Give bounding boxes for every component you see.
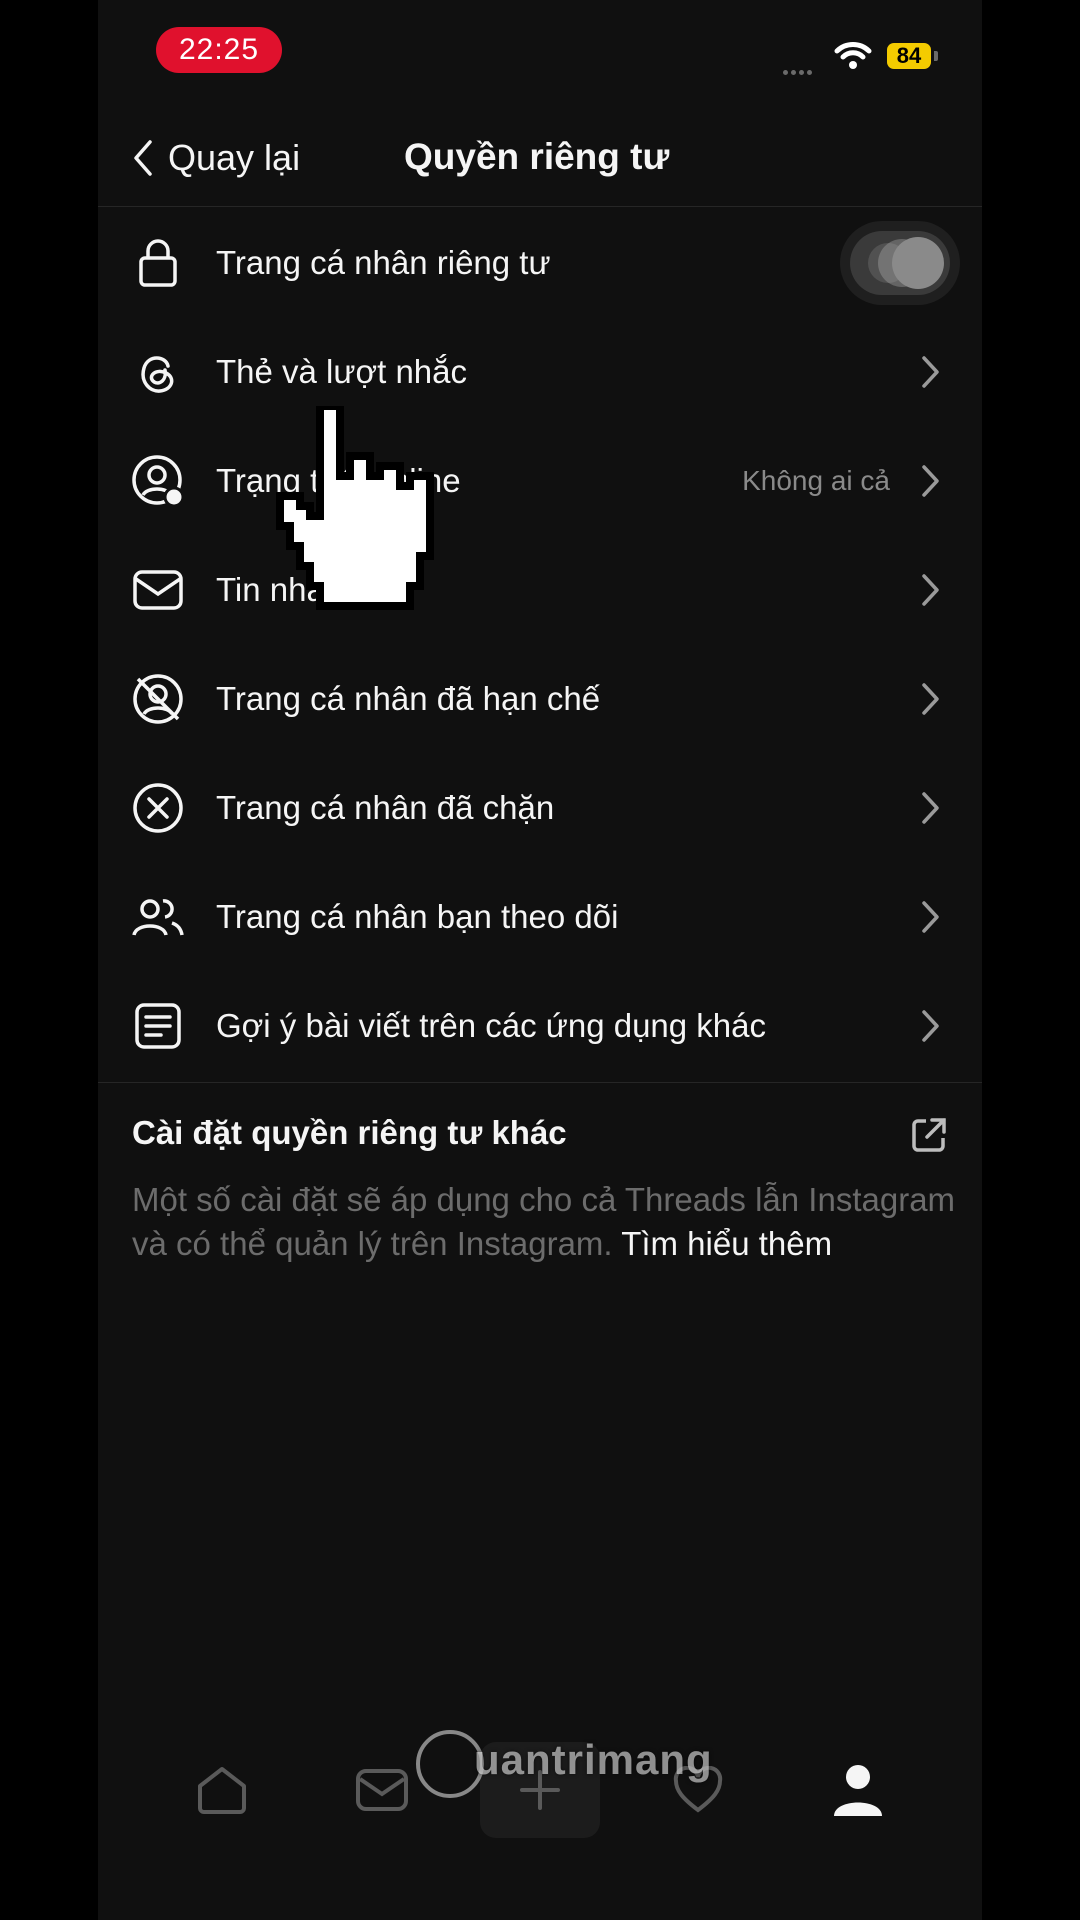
nav-home[interactable] bbox=[182, 1750, 262, 1830]
profile-icon bbox=[834, 1765, 882, 1816]
chevron-right-icon bbox=[922, 1009, 939, 1042]
row-label: Gợi ý bài viết trên các ứng dụng khác bbox=[216, 1006, 767, 1044]
watermark-text: uantrimang bbox=[474, 1736, 713, 1783]
privacy-screen: 22:25 84 Quay lại Quyền riêng tư Trang c… bbox=[98, 0, 982, 1920]
chevron-right-icon bbox=[922, 900, 939, 933]
blocked-icon bbox=[130, 780, 186, 836]
chevron-left-icon bbox=[134, 140, 152, 176]
nav-inbox[interactable] bbox=[342, 1750, 422, 1830]
chevron-right-icon bbox=[922, 791, 939, 824]
row-label: Trang cá nhân đã hạn chế bbox=[216, 679, 601, 717]
chevron-right-icon bbox=[922, 573, 939, 606]
battery-indicator: 84 bbox=[887, 43, 931, 69]
lock-icon bbox=[130, 235, 186, 291]
restricted-icon bbox=[130, 671, 186, 727]
external-link-icon[interactable] bbox=[910, 1116, 948, 1154]
home-icon bbox=[198, 1767, 246, 1814]
signal-dots-icon bbox=[783, 62, 815, 80]
other-settings-title[interactable]: Cài đặt quyền riêng tư khác bbox=[132, 1114, 567, 1152]
following-icon bbox=[130, 889, 186, 945]
learn-more-link[interactable]: Tìm hiểu thêm bbox=[621, 1225, 832, 1262]
page-title: Quyền riêng tư bbox=[404, 136, 670, 177]
private-profile-row[interactable]: Trang cá nhân riêng tư bbox=[98, 208, 982, 317]
toggle-knob bbox=[892, 236, 944, 289]
row-label: Trang cá nhân bạn theo dõi bbox=[216, 897, 619, 935]
chevron-right-icon bbox=[922, 355, 939, 388]
row-label: Thẻ và lượt nhắc bbox=[216, 352, 468, 390]
restricted-profiles-row[interactable]: Trang cá nhân đã hạn chế bbox=[98, 644, 982, 753]
back-button[interactable]: Quay lại bbox=[132, 136, 300, 180]
chevron-right-icon bbox=[922, 464, 939, 497]
row-value: Không ai cả bbox=[742, 464, 890, 496]
threads-icon bbox=[130, 344, 186, 400]
document-icon bbox=[130, 998, 186, 1054]
tags-mentions-row[interactable]: Thẻ và lượt nhắc bbox=[98, 317, 982, 426]
inbox-icon bbox=[356, 1769, 408, 1811]
private-profile-toggle[interactable] bbox=[850, 230, 950, 295]
battery-tip bbox=[934, 51, 938, 61]
row-label: Trang cá nhân riêng tư bbox=[216, 243, 551, 281]
status-time: 22:25 bbox=[156, 27, 282, 73]
blocked-profiles-row[interactable]: Trang cá nhân đã chặn bbox=[98, 753, 982, 862]
other-settings-description: Một số cài đặt sẽ áp dụng cho cả Threads… bbox=[132, 1178, 962, 1266]
section-divider bbox=[98, 1082, 982, 1083]
header: Quay lại Quyền riêng tư bbox=[98, 110, 982, 207]
chevron-right-icon bbox=[922, 682, 939, 715]
messages-row[interactable]: Tin nhắn bbox=[98, 535, 982, 644]
wifi-icon bbox=[834, 42, 872, 69]
mail-icon bbox=[130, 562, 186, 618]
nav-profile[interactable] bbox=[818, 1750, 898, 1830]
online-status-icon bbox=[130, 453, 186, 509]
following-profiles-row[interactable]: Trang cá nhân bạn theo dõi bbox=[98, 862, 982, 971]
hand-cursor-icon bbox=[276, 406, 434, 610]
row-label: Trang cá nhân đã chặn bbox=[216, 788, 555, 826]
online-status-row[interactable]: Trạng thái online Không ai cả bbox=[98, 426, 982, 535]
suggest-posts-row[interactable]: Gợi ý bài viết trên các ứng dụng khác bbox=[98, 971, 982, 1080]
back-label: Quay lại bbox=[168, 137, 301, 178]
